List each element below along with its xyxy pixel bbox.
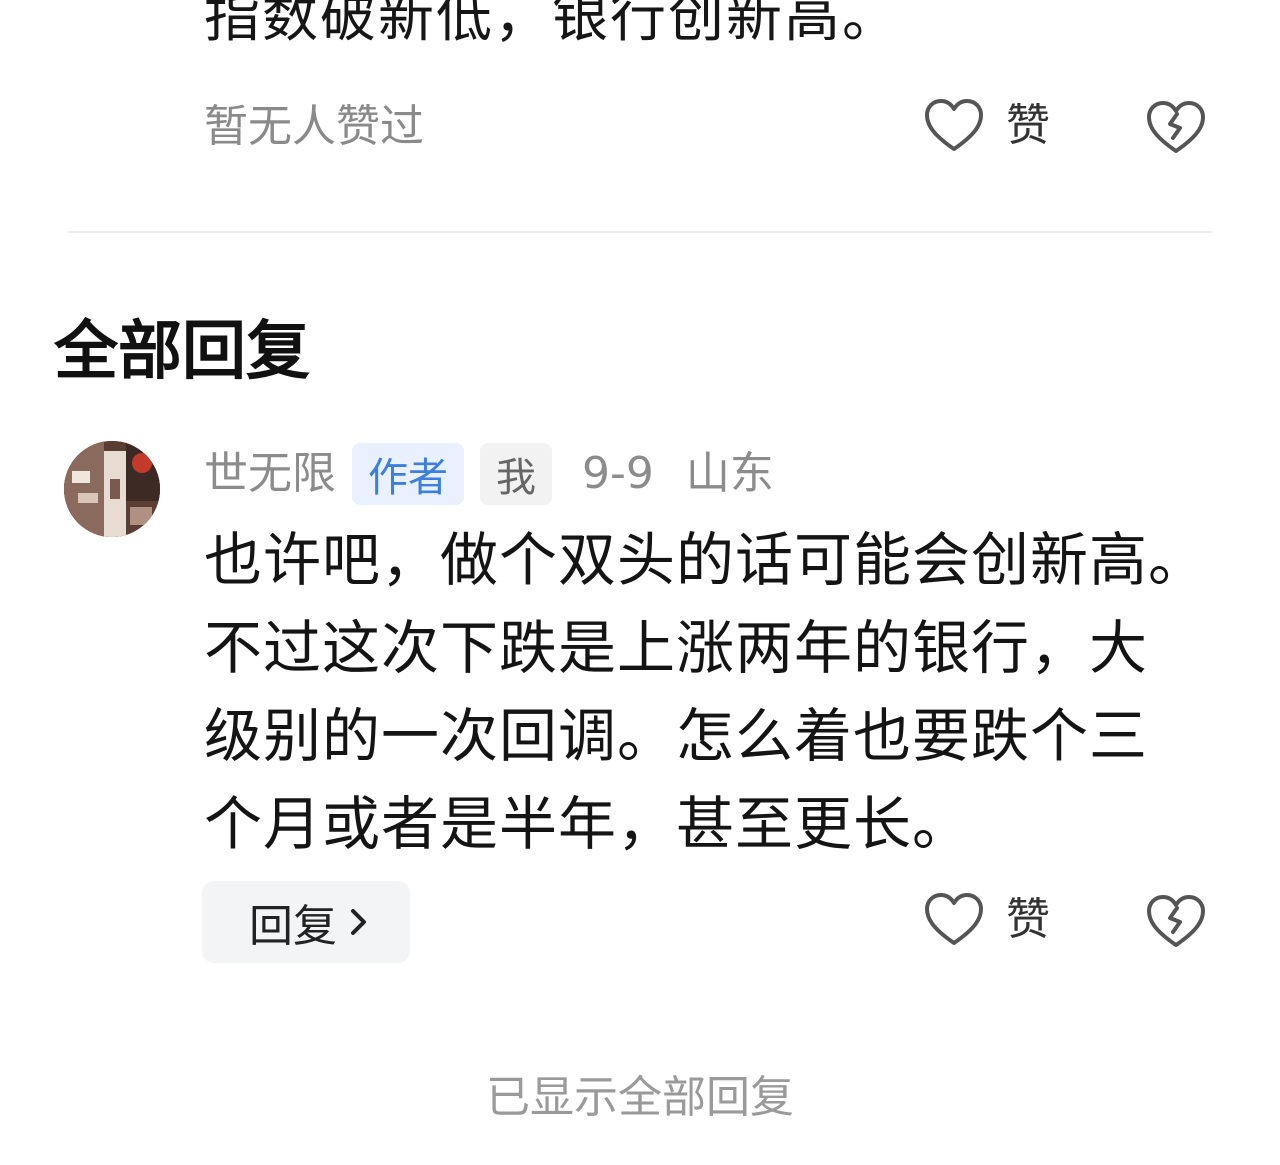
dislike-button-reply[interactable]	[1146, 894, 1206, 950]
reply-button[interactable]: 回复	[202, 881, 410, 963]
reply-text: 也许吧，做个双头的话可能会创新高。 不过这次下跌是上涨两年的银行，大 级别的一次…	[204, 516, 1234, 868]
dislike-button-previous[interactable]	[1146, 100, 1206, 156]
author-badge: 作者	[352, 443, 464, 505]
like-label: 赞	[1006, 100, 1050, 151]
username[interactable]: 世无限	[204, 444, 336, 504]
replies-section-title: 全部回复	[54, 315, 310, 389]
all-replies-shown-text: 已显示全部回复	[486, 1072, 794, 1123]
reply-text-line: 不过这次下跌是上涨两年的银行，大	[204, 614, 1149, 682]
like-button-previous[interactable]: 赞	[924, 98, 1050, 154]
reply-text-line: 个月或者是半年，甚至更长。	[204, 790, 972, 858]
reply-text-line: 级别的一次回调。怎么着也要跌个三	[204, 702, 1149, 770]
previous-comment-text: 指数破新低，银行创新高。	[204, 0, 900, 50]
reply-location: 山东	[685, 448, 774, 499]
heart-outline-icon	[924, 98, 984, 154]
reply-date: 9-9	[582, 448, 654, 499]
broken-heart-icon	[1146, 100, 1206, 156]
no-likes-text: 暂无人赞过	[204, 101, 424, 152]
reply-button-label: 回复	[249, 901, 337, 952]
reply-text-line: 也许吧，做个双头的话可能会创新高。	[204, 526, 1208, 594]
broken-heart-icon	[1146, 894, 1206, 950]
me-badge: 我	[480, 443, 552, 505]
heart-outline-icon	[924, 892, 984, 948]
reply-meta: 世无限 作者 我 9-9 山东	[204, 442, 774, 506]
avatar[interactable]	[64, 441, 160, 537]
chevron-right-icon	[349, 907, 369, 937]
section-divider	[68, 231, 1212, 233]
like-label: 赞	[1006, 894, 1050, 945]
like-button-reply[interactable]: 赞	[924, 892, 1050, 948]
